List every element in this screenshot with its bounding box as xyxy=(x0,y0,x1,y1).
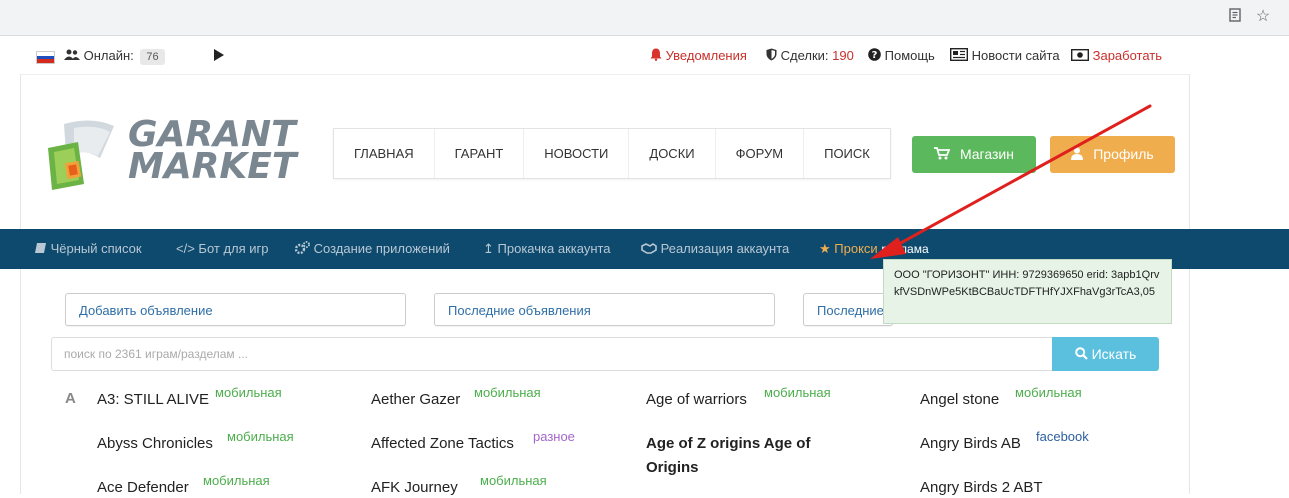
game-tag[interactable]: мобильная xyxy=(215,385,282,401)
svg-text:?: ? xyxy=(872,50,878,61)
book-icon xyxy=(35,241,51,256)
money-icon xyxy=(1070,48,1093,63)
subnav-boost-label: Прокачка аккаунта xyxy=(497,241,611,256)
shop-button-label: Магазин xyxy=(959,146,1014,162)
code-icon: </> xyxy=(176,241,195,256)
game-link[interactable]: A3: STILL ALIVE xyxy=(97,390,209,410)
bookmark-star-icon[interactable]: ☆ xyxy=(1253,7,1273,27)
shop-button[interactable]: Магазин xyxy=(912,136,1036,173)
notifications-label: Уведомления xyxy=(665,48,747,63)
reader-mode-icon[interactable] xyxy=(1225,7,1245,27)
handshake-icon xyxy=(641,241,661,256)
ad-label: реклама xyxy=(881,242,929,256)
latest-listings-button[interactable]: Последние объявления xyxy=(434,293,775,326)
subnav-sale-label: Реализация аккаунта xyxy=(660,241,790,256)
game-link[interactable]: Age of warriors xyxy=(646,390,747,410)
nav-item-forum[interactable]: ФОРУМ xyxy=(716,129,805,178)
users-icon xyxy=(64,48,84,63)
latest-partial-button[interactable]: Последние xyxy=(803,293,893,326)
subnav-apps-label: Создание приложений xyxy=(313,241,450,256)
subnav-bot-label: Бот для игр xyxy=(198,241,269,256)
deals-link[interactable]: Сделки: 190 xyxy=(766,47,854,65)
subnav-blacklist-label: Чёрный список xyxy=(50,241,142,256)
nav-item-news[interactable]: НОВОСТИ xyxy=(524,129,630,178)
subnav-proxy-label: Прокси xyxy=(834,241,878,256)
bell-icon xyxy=(650,48,666,63)
main-navigation: ГЛАВНАЯ ГАРАНТ НОВОСТИ ДОСКИ ФОРУМ ПОИСК xyxy=(333,128,891,179)
game-tag[interactable]: мобильная xyxy=(1015,385,1082,401)
game-link[interactable]: Angel stone xyxy=(920,390,999,410)
nav-item-search[interactable]: ПОИСК xyxy=(804,129,890,178)
news-link[interactable]: Новости сайта xyxy=(949,47,1060,65)
game-tag[interactable]: разное xyxy=(533,429,575,445)
russia-flag-icon[interactable] xyxy=(36,51,55,64)
game-tag[interactable]: facebook xyxy=(1036,429,1089,445)
game-tag[interactable]: мобильная xyxy=(227,429,294,445)
profile-button[interactable]: Профиль xyxy=(1050,136,1175,173)
question-circle-icon: ? xyxy=(868,48,885,63)
game-link[interactable]: Affected Zone Tactics xyxy=(371,434,514,454)
ad-disclosure-tooltip: ООО "ГОРИЗОНТ" ИНН: 9729369650 erid: 3ap… xyxy=(883,259,1172,324)
online-count: 76 xyxy=(140,49,165,65)
gears-icon xyxy=(294,241,314,256)
nav-item-boards[interactable]: ДОСКИ xyxy=(629,129,716,178)
deals-label: Сделки: xyxy=(780,48,829,63)
profile-button-label: Профиль xyxy=(1093,146,1154,162)
game-link[interactable]: Ace Defender xyxy=(97,478,189,498)
user-icon xyxy=(1071,146,1087,162)
earn-label: Заработать xyxy=(1092,48,1163,63)
subnav-boost[interactable]: ↥ Прокачка аккаунта xyxy=(483,229,611,269)
search-input[interactable] xyxy=(51,337,1053,371)
game-tag[interactable]: мобильная xyxy=(474,385,541,401)
game-link[interactable]: AFK Journey xyxy=(371,478,458,498)
online-indicator: Онлайн: 76 xyxy=(64,47,165,65)
newspaper-icon xyxy=(949,47,972,63)
browser-toolbar: ☆ xyxy=(0,0,1289,36)
play-icon[interactable] xyxy=(214,49,224,61)
game-link[interactable]: Aether Gazer xyxy=(371,390,460,410)
help-link[interactable]: ? Помощь xyxy=(868,47,935,65)
game-tag[interactable]: мобильная xyxy=(203,473,270,489)
subnav-blacklist[interactable]: Чёрный список xyxy=(35,229,142,269)
cart-icon xyxy=(934,146,954,162)
game-link[interactable]: Origins xyxy=(646,458,699,478)
shield-icon xyxy=(766,48,781,63)
star-icon: ★ xyxy=(819,241,831,256)
search-button[interactable]: Искать xyxy=(1052,337,1159,371)
game-tag[interactable]: мобильная xyxy=(480,473,547,489)
logo-emblem-icon xyxy=(48,120,114,190)
nav-item-home[interactable]: ГЛАВНАЯ xyxy=(334,129,435,178)
notifications-link[interactable]: Уведомления xyxy=(650,47,747,65)
game-link[interactable]: Age of Z origins Age of xyxy=(646,434,810,454)
alphabet-letter: A xyxy=(65,390,76,407)
game-link[interactable]: Angry Birds AB xyxy=(920,434,1021,454)
game-link[interactable]: Abyss Chronicles xyxy=(97,434,213,454)
help-label: Помощь xyxy=(884,48,935,63)
subnav-apps[interactable]: Создание приложений xyxy=(294,229,450,269)
add-listing-button[interactable]: Добавить объявление xyxy=(65,293,406,326)
earn-link[interactable]: Заработать xyxy=(1070,47,1163,65)
logo-text-line2: MARKET xyxy=(128,146,297,187)
news-label: Новости сайта xyxy=(971,48,1060,63)
nav-item-garant[interactable]: ГАРАНТ xyxy=(435,129,525,178)
subnav-bot[interactable]: </> Бот для игр xyxy=(176,229,269,269)
search-icon xyxy=(1074,346,1092,362)
game-tag[interactable]: мобильная xyxy=(764,385,831,401)
site-logo[interactable]: GARANT MARKET xyxy=(44,112,296,192)
game-link[interactable]: Angry Birds 2 ABT xyxy=(920,478,1043,498)
search-button-label: Искать xyxy=(1091,346,1137,362)
deals-count: 190 xyxy=(832,48,854,63)
arrow-up-icon: ↥ xyxy=(483,241,494,256)
online-label: Онлайн: xyxy=(83,48,134,63)
subnav-sale[interactable]: Реализация аккаунта xyxy=(641,229,789,269)
